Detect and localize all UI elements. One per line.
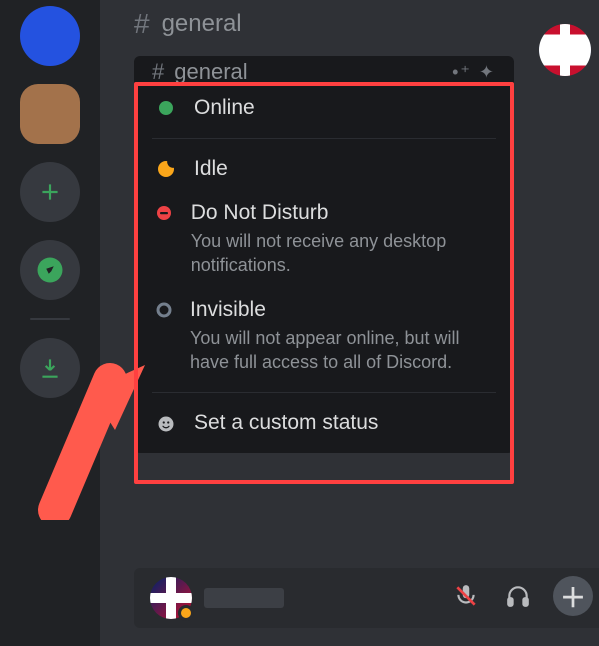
- emoji-icon: [156, 415, 176, 433]
- status-option-invisible[interactable]: Invisible You will not appear online, bu…: [134, 288, 514, 385]
- status-option-custom[interactable]: Set a custom status: [134, 401, 514, 453]
- download-icon: [37, 355, 63, 381]
- channel-name: general: [162, 10, 242, 38]
- status-label: Idle: [194, 157, 228, 181]
- plus-icon: ＋: [560, 578, 586, 615]
- download-button[interactable]: [20, 338, 80, 398]
- status-desc: You will not receive any desktop notific…: [191, 229, 492, 278]
- mute-button[interactable]: [453, 583, 479, 614]
- menu-channel-row[interactable]: # general •⁺ ✦: [134, 58, 514, 86]
- status-option-dnd[interactable]: Do Not Disturb You will not receive any …: [134, 191, 514, 288]
- dnd-icon: [156, 205, 173, 221]
- status-label: Online: [194, 96, 255, 120]
- rail-separator: [30, 318, 70, 320]
- idle-icon: [156, 161, 176, 177]
- menu-separator: [152, 138, 496, 139]
- username[interactable]: [204, 588, 284, 608]
- status-label: Invisible: [190, 298, 492, 322]
- headphones-icon: [505, 583, 531, 609]
- deafen-button[interactable]: [505, 583, 531, 614]
- hash-icon: #: [152, 59, 164, 85]
- menu-channel-name: general: [174, 59, 247, 85]
- member-avatar[interactable]: [539, 24, 591, 76]
- user-panel: [134, 568, 599, 628]
- invisible-icon: [156, 302, 172, 318]
- channel-actions-icon[interactable]: •⁺ ✦: [452, 62, 496, 83]
- server-avatar[interactable]: [20, 6, 80, 66]
- explore-button[interactable]: [20, 240, 80, 300]
- microphone-muted-icon: [453, 583, 479, 609]
- status-desc: You will not appear online, but will hav…: [190, 326, 492, 375]
- status-option-idle[interactable]: Idle: [134, 147, 514, 191]
- user-avatar[interactable]: [150, 577, 192, 619]
- status-label: Set a custom status: [194, 411, 378, 435]
- plus-icon: [37, 179, 63, 205]
- server-rail: [0, 0, 100, 646]
- hash-icon: #: [134, 8, 150, 40]
- online-icon: [156, 100, 176, 116]
- compass-icon: [35, 255, 65, 285]
- status-menu: # general •⁺ ✦ Online Idle Do Not Distur…: [134, 56, 514, 453]
- add-server-button[interactable]: [20, 162, 80, 222]
- status-badge-idle: [178, 605, 194, 621]
- status-option-online[interactable]: Online: [134, 86, 514, 130]
- channel-header: # general: [110, 0, 510, 48]
- status-label: Do Not Disturb: [191, 201, 492, 225]
- server-avatar[interactable]: [20, 84, 80, 144]
- new-message-button[interactable]: ＋: [553, 576, 593, 616]
- menu-separator: [152, 392, 496, 393]
